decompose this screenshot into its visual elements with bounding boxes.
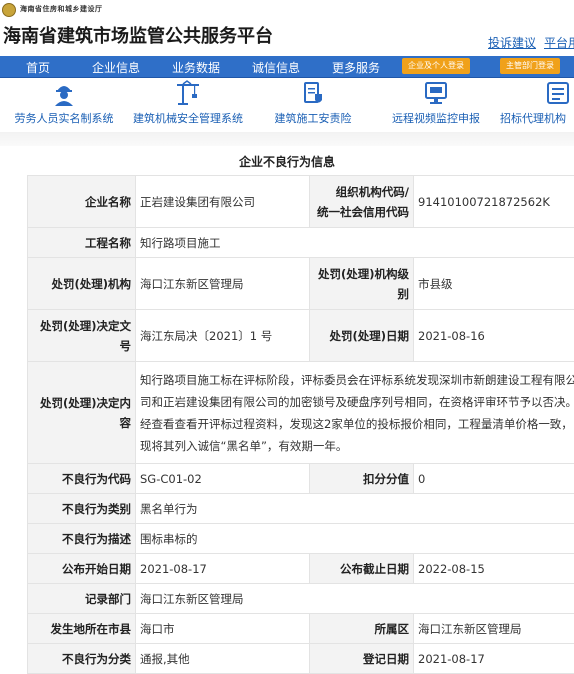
title-bar: 海南省建筑市场监管公共服务平台 投诉建议 平台用 [0, 20, 574, 52]
project-name-value: 知行路项目施工 [136, 228, 574, 258]
platform-link[interactable]: 平台用 [544, 34, 574, 51]
behavior-class-value: 通报,其他 [136, 644, 310, 674]
nav-credit-info[interactable]: 诚信信息 [252, 59, 300, 76]
site-title: 海南省建筑市场监管公共服务平台 [3, 22, 273, 48]
system-shortcuts: 劳务人员实名制系统 建筑机械安全管理系统 建筑施工安责险 [0, 78, 574, 130]
system-item-insurance[interactable]: 建筑施工安责险 [266, 78, 360, 126]
record-department-value: 海口江东新区管理局 [136, 584, 574, 614]
decision-number-value: 海江东局决〔2021〕1 号 [136, 310, 310, 362]
register-date-value: 2021-08-17 [414, 644, 574, 674]
field-label: 处罚(处理)日期 [310, 310, 414, 362]
complaint-link[interactable]: 投诉建议 [488, 34, 536, 51]
field-label: 所属区 [310, 614, 414, 644]
district-value: 海口江东新区管理局 [414, 614, 574, 644]
system-item-video[interactable]: 远程视频监控申报 [386, 78, 486, 126]
system-item-labor[interactable]: 劳务人员实名制系统 [10, 78, 118, 126]
field-label: 处罚(处理)机构级别 [310, 258, 414, 310]
government-emblem-icon [2, 3, 16, 17]
section-title: 企业不良行为信息 [0, 153, 574, 170]
behavior-code-value: SG-C01-02 [136, 464, 310, 494]
table-row: 记录部门 海口江东新区管理局 [28, 584, 574, 614]
field-label: 组织机构代码/统一社会信用代码 [310, 176, 414, 228]
system-item-machinery[interactable]: 建筑机械安全管理系统 [128, 78, 248, 126]
company-name-value: 正岩建设集团有限公司 [136, 176, 310, 228]
table-row: 不良行为分类 通报,其他 登记日期 2021-08-17 [28, 644, 574, 674]
system-label: 招标代理机构 [500, 110, 574, 126]
violation-info-table: 企业名称 正岩建设集团有限公司 组织机构代码/统一社会信用代码 91410100… [27, 175, 574, 674]
field-label: 公布截止日期 [310, 554, 414, 584]
city-value: 海口市 [136, 614, 310, 644]
table-row: 处罚(处理)机构 海口江东新区管理局 处罚(处理)机构级别 市县级 [28, 258, 574, 310]
penalty-date-value: 2021-08-16 [414, 310, 574, 362]
department-name: 海南省住房和城乡建设厅 [20, 4, 103, 14]
table-row: 不良行为代码 SG-C01-02 扣分分值 0 [28, 464, 574, 494]
table-row: 工程名称 知行路项目施工 [28, 228, 574, 258]
deduct-points-value: 0 [414, 464, 574, 494]
decision-content-value: 知行路项目施工标在评标阶段，评标委员会在评标系统发现深圳市新朗建设工程有限公司和… [136, 362, 574, 464]
monitor-report-icon [423, 80, 449, 106]
nav-more-services[interactable]: 更多服务 [332, 59, 380, 76]
field-label: 处罚(处理)决定内容 [28, 362, 136, 464]
table-row: 发生地所在市县 海口市 所属区 海口江东新区管理局 [28, 614, 574, 644]
header-top: 海南省住房和城乡建设厅 [0, 0, 574, 20]
tower-crane-icon [175, 80, 201, 106]
divider-band [0, 132, 574, 146]
field-label: 不良行为代码 [28, 464, 136, 494]
publish-end-value: 2022-08-15 [414, 554, 574, 584]
nav-company-info[interactable]: 企业信息 [92, 59, 140, 76]
publish-start-value: 2021-08-17 [136, 554, 310, 584]
table-row: 不良行为类别 黑名单行为 [28, 494, 574, 524]
bidding-agent-icon [545, 80, 571, 106]
authority-level-value: 市县级 [414, 258, 574, 310]
company-login-button[interactable]: 企业及个人登录 [402, 58, 470, 74]
document-shield-icon [300, 80, 326, 106]
authority-value: 海口江东新区管理局 [136, 258, 310, 310]
main-nav: 首页 企业信息 业务数据 诚信信息 更多服务 企业及个人登录 主管部门登录 [0, 56, 574, 78]
table-row: 公布开始日期 2021-08-17 公布截止日期 2022-08-15 [28, 554, 574, 584]
system-label: 建筑施工安责险 [266, 110, 360, 126]
field-label: 不良行为分类 [28, 644, 136, 674]
field-label: 记录部门 [28, 584, 136, 614]
worker-helmet-icon [51, 80, 77, 106]
field-label: 处罚(处理)机构 [28, 258, 136, 310]
table-row: 处罚(处理)决定文号 海江东局决〔2021〕1 号 处罚(处理)日期 2021-… [28, 310, 574, 362]
nav-home[interactable]: 首页 [26, 59, 50, 76]
behavior-category-value: 黑名单行为 [136, 494, 574, 524]
behavior-description-value: 围标串标的 [136, 524, 574, 554]
field-label: 企业名称 [28, 176, 136, 228]
table-row: 企业名称 正岩建设集团有限公司 组织机构代码/统一社会信用代码 91410100… [28, 176, 574, 228]
system-label: 远程视频监控申报 [386, 110, 486, 126]
field-label: 不良行为描述 [28, 524, 136, 554]
nav-business-data[interactable]: 业务数据 [172, 59, 220, 76]
authority-login-button[interactable]: 主管部门登录 [500, 58, 560, 74]
field-label: 登记日期 [310, 644, 414, 674]
system-label: 劳务人员实名制系统 [10, 110, 118, 126]
table-row: 不良行为描述 围标串标的 [28, 524, 574, 554]
system-item-agent[interactable]: 招标代理机构 [500, 78, 574, 126]
system-label: 建筑机械安全管理系统 [128, 110, 248, 126]
table-row: 处罚(处理)决定内容 知行路项目施工标在评标阶段，评标委员会在评标系统发现深圳市… [28, 362, 574, 464]
field-label: 工程名称 [28, 228, 136, 258]
field-label: 不良行为类别 [28, 494, 136, 524]
field-label: 扣分分值 [310, 464, 414, 494]
org-code-value: 91410100721872562K [414, 176, 574, 228]
field-label: 发生地所在市县 [28, 614, 136, 644]
field-label: 公布开始日期 [28, 554, 136, 584]
field-label: 处罚(处理)决定文号 [28, 310, 136, 362]
